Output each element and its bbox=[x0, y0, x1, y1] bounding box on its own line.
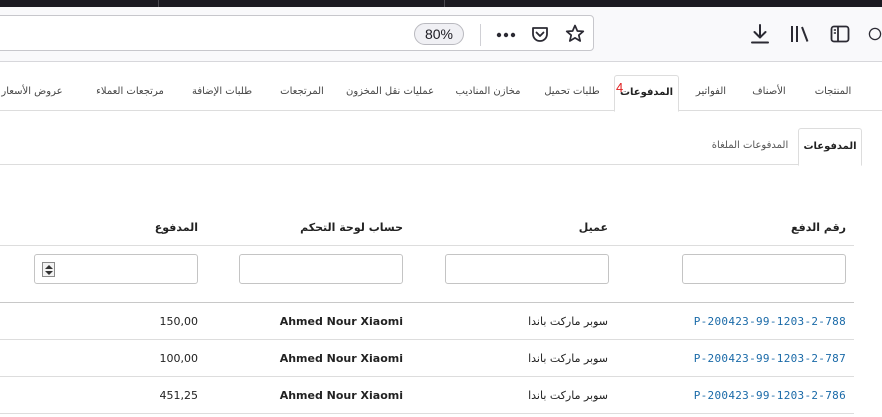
customer-cell: سوبر ماركت باندا bbox=[528, 315, 608, 328]
table-row[interactable]: P-200423-99-1203-2-788 سوبر ماركت باندا … bbox=[0, 303, 854, 340]
tab-rep-warehouses[interactable]: مخازن المناديب bbox=[446, 75, 530, 111]
overflow-menu-icon[interactable] bbox=[868, 22, 882, 46]
browser-toolbar: 80% bbox=[0, 7, 882, 62]
filter-paid-input[interactable] bbox=[34, 254, 198, 284]
tab-addition-requests[interactable]: طلبات الإضافة bbox=[180, 75, 264, 111]
downloads-icon[interactable] bbox=[748, 22, 772, 46]
account-cell: Ahmed Nour Xiaomi bbox=[279, 352, 403, 365]
number-spinner-icon[interactable] bbox=[42, 262, 55, 277]
payment-number-link[interactable]: P-200423-99-1203-2-786 bbox=[694, 377, 846, 414]
column-header-account[interactable]: حساب لوحة التحكم bbox=[300, 221, 403, 234]
payments-subtabs: المدفوعات المدفوعات الملغاة bbox=[0, 128, 862, 166]
payment-number-link[interactable]: P-200423-99-1203-2-788 bbox=[694, 303, 846, 340]
payments-count-badge: 4 bbox=[616, 80, 624, 95]
tab-customer-returns[interactable]: مرتجعات العملاء bbox=[86, 75, 174, 111]
module-tabs: المنتجات الأصناف الفواتير المدفوعات طلبا… bbox=[0, 75, 882, 112]
bookmark-star-icon[interactable] bbox=[564, 22, 586, 44]
urlbar-divider bbox=[480, 24, 481, 46]
tab-price-quotes[interactable]: عروض الأسعار bbox=[0, 75, 78, 111]
more-actions-icon[interactable] bbox=[494, 24, 518, 46]
subtab-payments[interactable]: المدفوعات bbox=[798, 128, 862, 166]
library-icon[interactable] bbox=[787, 22, 813, 46]
tab-returns[interactable]: المرتجعات bbox=[270, 75, 334, 111]
payment-number-link[interactable]: P-200423-99-1203-2-787 bbox=[694, 340, 846, 377]
tab-products[interactable]: المنتجات bbox=[804, 75, 862, 111]
paid-cell: 150,00 bbox=[159, 315, 199, 328]
table-row[interactable]: P-200423-99-1203-2-787 سوبر ماركت باندا … bbox=[0, 340, 854, 377]
pocket-icon[interactable] bbox=[529, 23, 551, 45]
tab-categories[interactable]: الأصناف bbox=[740, 75, 798, 111]
paid-cell: 451,25 bbox=[159, 389, 199, 402]
column-header-payment-number[interactable]: رقم الدفع bbox=[791, 221, 846, 234]
filter-customer-input[interactable] bbox=[445, 254, 609, 284]
browser-titlebar-strip bbox=[0, 0, 882, 7]
column-header-paid[interactable]: المدفوع bbox=[155, 221, 198, 234]
header-divider bbox=[0, 245, 854, 246]
zoom-level-button[interactable]: 80% bbox=[414, 23, 464, 45]
sidebar-icon[interactable] bbox=[828, 22, 852, 46]
filter-account-input[interactable] bbox=[239, 254, 403, 284]
tab-divider bbox=[158, 0, 159, 7]
tab-divider bbox=[444, 0, 445, 7]
tab-payments[interactable]: المدفوعات bbox=[614, 75, 679, 112]
customer-cell: سوبر ماركت باندا bbox=[528, 352, 608, 365]
tab-invoices[interactable]: الفواتير bbox=[686, 75, 736, 111]
table-row[interactable]: P-200423-99-1203-2-786 سوبر ماركت باندا … bbox=[0, 377, 854, 414]
tab-load-requests[interactable]: طلبات تحميل bbox=[536, 75, 608, 111]
account-cell: Ahmed Nour Xiaomi bbox=[279, 389, 403, 402]
customer-cell: سوبر ماركت باندا bbox=[528, 389, 608, 402]
row-divider bbox=[0, 413, 854, 414]
filter-payment-number-input[interactable] bbox=[682, 254, 846, 284]
tab-stock-transfers[interactable]: عمليات نقل المخزون bbox=[342, 75, 438, 111]
subtab-cancelled-payments[interactable]: المدفوعات الملغاة bbox=[708, 128, 792, 165]
account-cell: Ahmed Nour Xiaomi bbox=[279, 315, 403, 328]
column-header-customer[interactable]: عميل bbox=[579, 221, 608, 234]
paid-cell: 100,00 bbox=[159, 352, 199, 365]
